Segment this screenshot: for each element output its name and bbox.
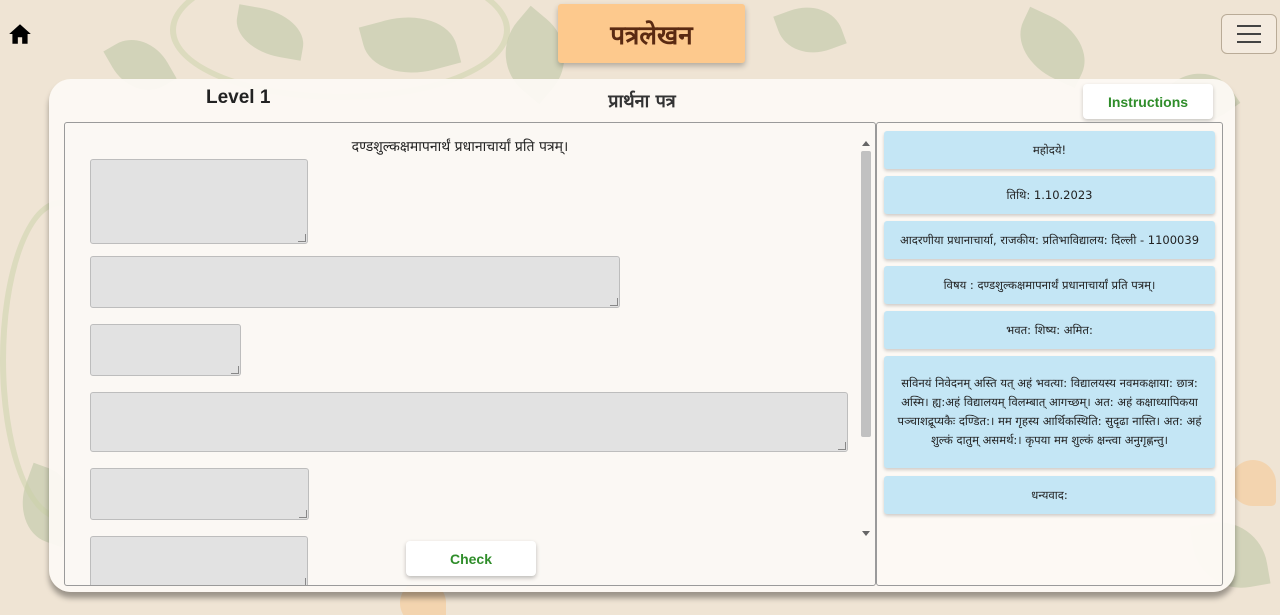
answer-slot-2[interactable] xyxy=(90,256,620,308)
option-body[interactable]: सविनयं निवेदनम् अस्ति यत् अहं भवत्या: वि… xyxy=(884,356,1215,468)
menu-button[interactable] xyxy=(1221,14,1277,54)
scroll-thumb[interactable] xyxy=(861,151,871,437)
scroll-down-arrow-icon[interactable] xyxy=(862,531,870,536)
scroll-up-arrow-icon[interactable] xyxy=(862,141,870,146)
answer-slot-3[interactable] xyxy=(90,324,241,376)
option-salutation[interactable]: महोदये! xyxy=(884,131,1215,169)
option-date[interactable]: तिथि: 1.10.2023 xyxy=(884,176,1215,214)
letter-heading: दण्डशुल्कक्षमापनार्थं प्रधानाचार्यां प्र… xyxy=(351,139,569,155)
option-subject[interactable]: विषय : दण्डशुल्कक्षमापनार्थं प्रधानाचार्… xyxy=(884,266,1215,304)
answer-slot-1[interactable] xyxy=(90,159,308,244)
home-button[interactable] xyxy=(6,20,34,48)
option-signature[interactable]: भवत: शिष्य: अमित: xyxy=(884,311,1215,349)
hamburger-menu-icon xyxy=(1237,25,1261,27)
answer-slot-5[interactable] xyxy=(90,468,309,520)
answer-slot-4[interactable] xyxy=(90,392,848,452)
options-panel: महोदये! तिथि: 1.10.2023 आदरणीया प्रधानाच… xyxy=(876,122,1223,586)
letter-type-title: प्रार्थना पत्र xyxy=(608,91,676,112)
page-title: पत्रलेखन xyxy=(558,4,745,63)
answer-slot-6[interactable] xyxy=(90,536,308,585)
home-icon xyxy=(9,24,31,44)
option-thanks[interactable]: धन्यवाद: xyxy=(884,476,1215,514)
option-address[interactable]: आदरणीया प्रधानाचार्या, राजकीय: प्रतिभावि… xyxy=(884,221,1215,259)
main-card: Level 1 प्रार्थना पत्र Instructions दण्ड… xyxy=(49,79,1235,592)
letter-drop-area: दण्डशुल्कक्षमापनार्थं प्रधानाचार्यां प्र… xyxy=(64,122,876,586)
instructions-button[interactable]: Instructions xyxy=(1083,84,1213,119)
check-button[interactable]: Check xyxy=(406,541,536,576)
scrollbar[interactable] xyxy=(860,137,872,540)
